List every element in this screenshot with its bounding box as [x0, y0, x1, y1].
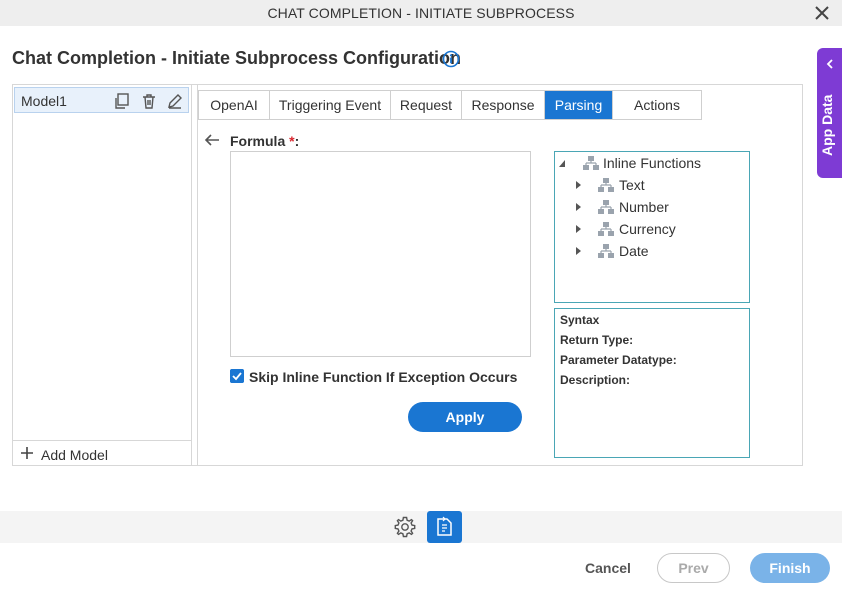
tree-item-date[interactable]: Date — [555, 242, 745, 260]
tree-root[interactable]: Inline Functions — [555, 154, 745, 172]
app-data-label: App Data — [819, 94, 835, 156]
parameter-datatype-label: Parameter Datatype: — [560, 353, 677, 367]
prev-button[interactable]: Prev — [657, 553, 730, 583]
tab-response[interactable]: Response — [462, 91, 545, 119]
expand-icon[interactable] — [574, 202, 582, 212]
hierarchy-icon — [598, 222, 614, 236]
model-name: Model1 — [21, 93, 67, 109]
tree-item-number[interactable]: Number — [555, 198, 745, 216]
plus-icon — [21, 447, 33, 459]
formula-label-text: Formula — [230, 133, 286, 149]
model-list: Model1 Add Model — [13, 85, 192, 465]
inline-functions-tree: Inline Functions Text Number Currency Da… — [554, 151, 750, 303]
apply-button[interactable]: Apply — [408, 402, 522, 432]
cancel-button[interactable]: Cancel — [585, 560, 631, 576]
collapse-icon[interactable] — [558, 158, 566, 168]
tree-item-label: Text — [619, 177, 645, 193]
close-icon[interactable] — [812, 3, 832, 23]
document-mapping-button[interactable] — [427, 511, 462, 543]
edit-icon[interactable] — [166, 92, 184, 110]
panel-divider — [197, 85, 198, 465]
app-data-tab[interactable]: App Data — [817, 48, 842, 178]
tab-actions[interactable]: Actions — [613, 91, 701, 119]
expand-icon[interactable] — [574, 224, 582, 234]
tab-parsing[interactable]: Parsing — [545, 91, 613, 119]
add-model-label: Add Model — [41, 447, 108, 463]
trash-icon[interactable] — [140, 92, 158, 110]
tree-item-label: Number — [619, 199, 669, 215]
bottom-toolbar — [0, 511, 842, 543]
tab-triggering-event[interactable]: Triggering Event — [270, 91, 391, 119]
info-icon[interactable] — [442, 50, 460, 68]
formula-label-colon: : — [294, 133, 300, 149]
skip-inline-label: Skip Inline Function If Exception Occurs — [249, 369, 518, 385]
tree-item-currency[interactable]: Currency — [555, 220, 745, 238]
return-type-label: Return Type: — [560, 333, 634, 347]
title-bar: CHAT COMPLETION - INITIATE SUBPROCESS — [0, 0, 842, 26]
back-arrow-icon[interactable] — [204, 133, 220, 147]
tree-item-text[interactable]: Text — [555, 176, 745, 194]
finish-button[interactable]: Finish — [750, 553, 830, 583]
page-title: Chat Completion - Initiate Subprocess Co… — [12, 48, 462, 68]
tab-openai[interactable]: OpenAI — [199, 91, 270, 119]
formula-input[interactable] — [230, 151, 531, 357]
document-icon — [437, 516, 452, 536]
tree-root-label: Inline Functions — [603, 155, 702, 171]
hierarchy-icon — [598, 244, 614, 258]
hierarchy-icon — [583, 156, 599, 170]
hierarchy-icon — [598, 200, 614, 214]
gear-icon[interactable] — [393, 515, 417, 539]
copy-icon[interactable] — [113, 92, 131, 110]
expand-icon[interactable] — [574, 180, 582, 190]
syntax-panel: Syntax Return Type: Parameter Datatype: … — [554, 308, 750, 458]
model-list-item[interactable]: Model1 — [14, 87, 189, 113]
window-title: CHAT COMPLETION - INITIATE SUBPROCESS — [267, 5, 575, 21]
tree-item-label: Date — [619, 243, 649, 259]
tab-request[interactable]: Request — [391, 91, 462, 119]
skip-inline-checkbox[interactable] — [230, 369, 244, 383]
add-model-button[interactable]: Add Model — [13, 440, 191, 465]
tab-bar: OpenAI Triggering Event Request Response… — [198, 90, 702, 120]
formula-label: Formula *: — [230, 133, 299, 149]
description-label: Description: — [560, 373, 631, 387]
expand-icon[interactable] — [574, 246, 582, 256]
syntax-label: Syntax — [560, 313, 600, 327]
tree-item-label: Currency — [619, 221, 676, 237]
hierarchy-icon — [598, 178, 614, 192]
